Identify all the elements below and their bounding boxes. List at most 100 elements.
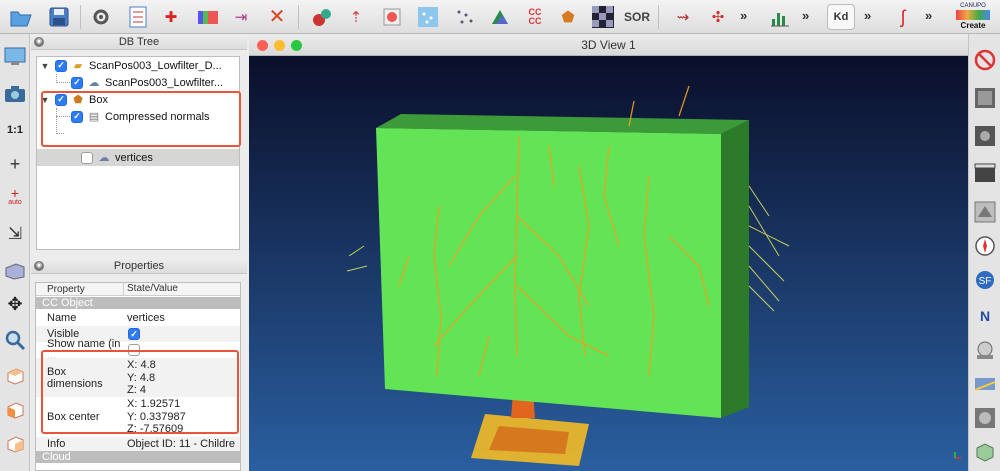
kdtree-button[interactable]: Kd <box>827 4 855 30</box>
folder-icon: ▰ <box>73 60 83 72</box>
visibility-checkbox[interactable]: ✓ <box>71 110 83 123</box>
open-icon[interactable] <box>8 4 34 30</box>
db-tree-panel: ◉ DB Tree ▼ ✓ ▰ ScanPos003_Lowfilter_D..… <box>31 34 247 256</box>
svg-text:SF: SF <box>979 276 992 287</box>
info-value: Object ID: 11 - Childre <box>127 438 236 450</box>
transform-gear-icon[interactable] <box>88 4 114 30</box>
prop-row-box-center: Box center X: 1.92571 Y: 0.337987 Z: -7.… <box>36 397 240 437</box>
db-tree-title: ◉ DB Tree <box>31 34 247 50</box>
name-value[interactable]: vertices <box>124 310 240 326</box>
col-property[interactable]: Property <box>36 283 124 295</box>
section-cloud: Cloud <box>36 451 240 463</box>
box-center-value: X: 1.92571 Y: 0.337987 Z: -7.57609 <box>127 398 186 435</box>
visibility-checkbox[interactable]: ✓ <box>55 59 67 72</box>
merge-icon[interactable]: ⇥ <box>228 4 254 30</box>
cloud-icon: ☁ <box>88 77 100 89</box>
properties-header: Property State/Value <box>36 283 240 296</box>
point-picking-icon[interactable]: ⇝ <box>670 4 696 30</box>
normals-icon: ▤ <box>88 111 100 123</box>
sample-points-icon[interactable] <box>452 4 478 30</box>
no-entry-icon[interactable] <box>973 48 997 72</box>
tree-item-box[interactable]: ▼ ✓ ⬟ Box <box>37 91 239 108</box>
prop-row-name: Name vertices <box>36 310 240 326</box>
pcv-icon[interactable] <box>973 406 997 430</box>
visibility-checkbox[interactable]: ✓ <box>71 76 83 89</box>
float-panel-icon[interactable]: ◉ <box>34 37 44 47</box>
visible-checkbox[interactable]: ✓ <box>128 328 140 340</box>
properties-table: Property State/Value CC Object Name vert… <box>35 282 241 471</box>
plugin-b-icon[interactable] <box>973 124 997 148</box>
right-plugin-toolbar: SF N <box>968 34 1000 471</box>
side-view-icon[interactable] <box>3 432 27 456</box>
3d-scene-canvas[interactable] <box>249 56 968 471</box>
cloudcompare-window: ✚ ⇥ ✕ ⇡ CC CC ⬟ SOR ⇝ ✣ » » Kd » ʃ » CAN… <box>0 0 1000 471</box>
toolbar-more-2[interactable]: » <box>802 8 809 23</box>
section-curve-icon[interactable]: ʃ <box>890 4 916 30</box>
cloud-icon: ☁ <box>98 152 110 164</box>
float-panel-icon[interactable]: ◉ <box>34 261 44 271</box>
mesh-icon[interactable]: ⬟ <box>555 4 581 30</box>
tree-item-scanpos-group[interactable]: ▼ ✓ ▰ ScanPos003_Lowfilter_D... <box>37 57 239 74</box>
prop-row-show-name: Show name (in ... <box>36 338 240 362</box>
expand-arrow-icon[interactable]: ▼ <box>39 95 51 105</box>
distances-icon[interactable] <box>487 4 513 30</box>
main-toolbar: ✚ ⇥ ✕ ⇡ CC CC ⬟ SOR ⇝ ✣ » » Kd » ʃ » CAN… <box>0 0 1000 34</box>
cube-plugin-icon[interactable] <box>973 440 997 464</box>
toolbar-more-1[interactable]: » <box>740 8 747 23</box>
hpr-icon[interactable] <box>973 338 997 362</box>
properties-panel: ◉ Properties Property State/Value CC Obj… <box>31 258 247 471</box>
sor-filter-button[interactable]: SOR <box>624 4 650 30</box>
col-value[interactable]: State/Value <box>124 283 240 295</box>
segment-cross-icon[interactable]: ✚ <box>158 4 184 30</box>
front-view-icon[interactable] <box>3 398 27 422</box>
save-icon[interactable] <box>46 4 72 30</box>
auto-pivot-button[interactable]: + auto <box>3 186 27 210</box>
visibility-checkbox[interactable] <box>81 151 93 164</box>
delete-icon[interactable]: ✕ <box>264 4 290 30</box>
color-scalar-icon[interactable] <box>195 4 221 30</box>
view-cube-icon[interactable] <box>3 258 27 282</box>
3d-view-title: 3D View 1 <box>581 38 636 52</box>
translate-rotate-icon[interactable]: ✣ <box>705 4 731 30</box>
3d-view-titlebar: 3D View 1 <box>249 34 968 56</box>
plugin-a-icon[interactable] <box>973 86 997 110</box>
mesh-icon: ⬟ <box>73 94 83 106</box>
flip-normals-icon[interactable]: ⇡ <box>343 4 369 30</box>
subsample-icon[interactable] <box>415 4 441 30</box>
animation-icon[interactable] <box>973 162 997 186</box>
checkerboard-icon[interactable] <box>590 4 616 30</box>
show-name-checkbox[interactable] <box>128 344 140 356</box>
octree-icon[interactable] <box>379 4 405 30</box>
toolbar-more-4[interactable]: » <box>925 8 932 23</box>
histogram-icon[interactable] <box>767 4 793 30</box>
pan-arrows-icon[interactable]: ✥ <box>3 292 27 316</box>
top-view-icon[interactable] <box>3 364 27 388</box>
compute-normals-icon[interactable] <box>309 4 335 30</box>
tree-item-vertices[interactable]: ☁ vertices <box>37 149 239 166</box>
zoom-magnifier-icon[interactable] <box>3 328 27 352</box>
prop-row-info: Info Object ID: 11 - Childre <box>36 437 240 451</box>
zoom-1to1-button[interactable]: 1:1 <box>3 118 27 142</box>
tree-item-scanpos-cloud[interactable]: ✓ ☁ ScanPos003_Lowfilter... <box>37 74 239 91</box>
rotate-axis-icon[interactable]: ⇲ <box>3 222 27 246</box>
canupo-create-button[interactable]: CANUPO Create <box>950 3 996 31</box>
cc-compare-icon[interactable]: CC CC <box>522 4 548 30</box>
plugin-c-icon[interactable] <box>973 200 997 224</box>
prop-row-box-dimensions: Box dimensions X: 4.8 Y: 4.8 Z: 4 <box>36 358 240 397</box>
visibility-checkbox[interactable]: ✓ <box>55 93 67 106</box>
normals-plugin-icon[interactable]: N <box>973 304 997 328</box>
scalar-field-icon[interactable]: SF <box>973 268 997 292</box>
expand-arrow-icon[interactable]: ▼ <box>39 61 51 71</box>
toolbar-more-3[interactable]: » <box>864 8 871 23</box>
screen-view-icon[interactable] <box>3 44 27 68</box>
m3c2-icon[interactable] <box>973 372 997 396</box>
tree-item-compressed-normals[interactable]: ✓ ▤ Compressed normals <box>37 108 239 125</box>
section-cc-object: CC Object <box>36 297 240 309</box>
camera-icon[interactable] <box>3 82 27 106</box>
3d-view-window: 3D View 1 <box>249 34 968 471</box>
box-dimensions-value: X: 4.8 Y: 4.8 Z: 4 <box>127 359 156 396</box>
pivot-cross-icon[interactable]: + <box>3 152 27 176</box>
compass-icon[interactable] <box>973 234 997 258</box>
canupo-label: CANUPO <box>960 3 986 9</box>
list-properties-icon[interactable] <box>125 4 151 30</box>
